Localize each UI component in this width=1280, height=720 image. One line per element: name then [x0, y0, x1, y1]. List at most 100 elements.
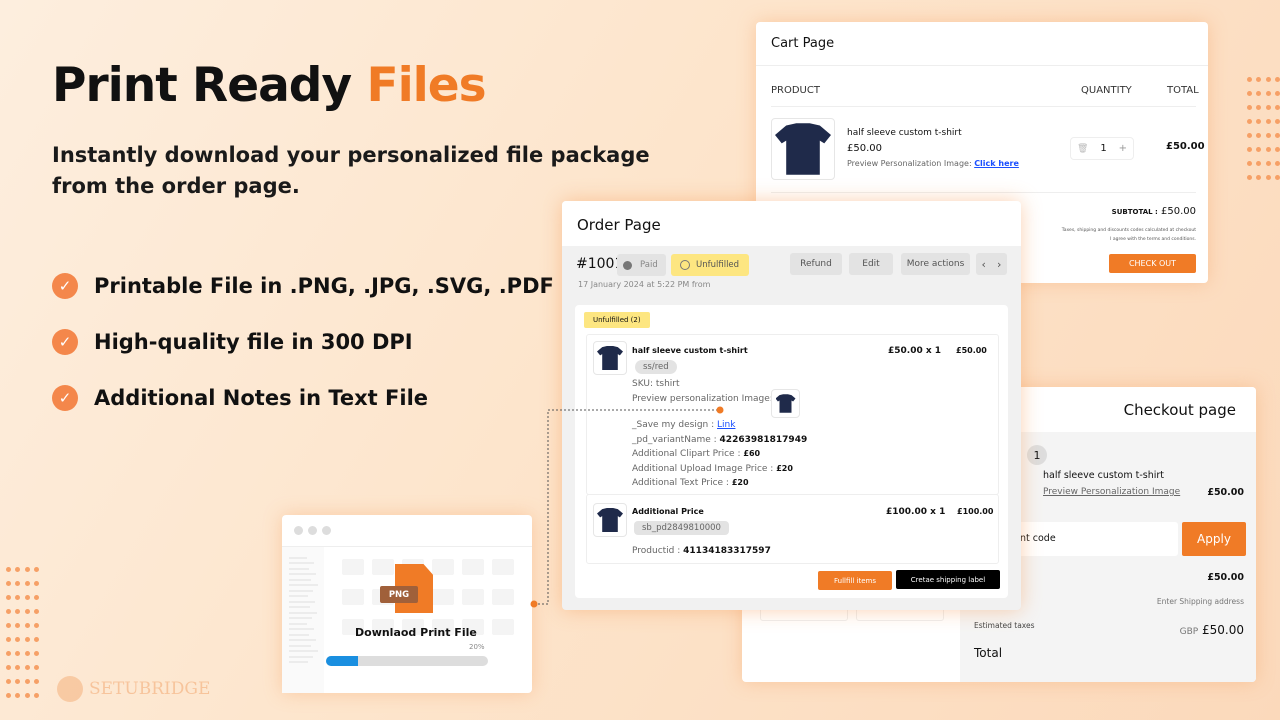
cart-title: Cart Page: [771, 36, 835, 51]
dot: [15, 622, 20, 628]
check-icon: ✓: [52, 273, 78, 299]
folder-icon: [492, 559, 514, 575]
quantity-badge: 1: [1027, 445, 1047, 465]
dot: [1256, 146, 1261, 152]
dot: [24, 636, 30, 642]
folder-icon: [462, 589, 484, 605]
dot: [5, 664, 11, 670]
variant-value: 42263981817949: [719, 434, 808, 445]
dot: [1265, 174, 1271, 180]
cart-item-total: £50.00: [1166, 141, 1205, 152]
folder-icon: [432, 589, 454, 605]
dot: [1256, 118, 1261, 124]
download-window: PNG Downlaod Print File 20%: [282, 515, 532, 693]
col-total: TOTAL: [1167, 85, 1199, 96]
check-icon: ✓: [52, 329, 78, 355]
folder-icon: [342, 559, 364, 575]
dot: [5, 566, 11, 572]
dot: [24, 566, 30, 572]
dot: [1275, 104, 1280, 110]
tshirt-image: [775, 394, 796, 413]
brand-logo: SETUBRIDGE: [57, 676, 210, 702]
fulfill-items-button[interactable]: Fullfill items: [818, 571, 892, 590]
order-title: Order Page: [562, 201, 1021, 246]
dot: [1246, 132, 1252, 138]
dot: [5, 622, 11, 628]
dot: [1275, 174, 1280, 180]
dot: [1256, 174, 1261, 180]
folder-icon: [372, 559, 394, 575]
dot: [1246, 76, 1252, 82]
dot: [34, 636, 39, 642]
dot: [1275, 160, 1280, 166]
feature-text: High-quality file in 300 DPI: [94, 330, 413, 354]
subtotal-value: £50.00: [1161, 206, 1196, 217]
cart-item-price: £50.00: [847, 143, 882, 154]
dot: [34, 650, 39, 656]
unfulfilled-label: Unfulfilled: [696, 260, 740, 270]
product-thumbnail: [593, 341, 627, 375]
terms-note: I agree with the terms and conditions.: [1110, 237, 1196, 242]
dot: [1256, 90, 1261, 96]
more-actions-button[interactable]: More actions: [901, 253, 970, 275]
dot: [34, 566, 39, 572]
decorative-dots: [1, 562, 39, 702]
shipping-address[interactable]: Enter Shipping address: [1157, 597, 1244, 606]
dot: [5, 594, 11, 600]
refund-button[interactable]: Refund: [790, 253, 842, 275]
checkout-button[interactable]: CHECK OUT: [1109, 254, 1196, 273]
dot: [34, 594, 39, 600]
checkout-item-name: half sleeve custom t-shirt: [1043, 470, 1165, 481]
total-label: Total: [974, 646, 1003, 660]
circle-icon: [680, 260, 690, 270]
dot: [1265, 160, 1271, 166]
item-price-qty: £50.00 x 1: [888, 346, 942, 356]
paid-label: Paid: [640, 260, 658, 270]
dot: [1275, 146, 1280, 152]
dot: [5, 636, 11, 642]
unfulfilled-badge: Unfulfilled: [671, 254, 749, 276]
create-shipping-label-button[interactable]: Cretae shipping label: [896, 570, 1000, 589]
dot: [24, 692, 30, 698]
chevron-left-icon[interactable]: ‹: [982, 258, 986, 271]
upload-value: £20: [776, 463, 793, 473]
folder-icon: [492, 619, 514, 635]
feature-list: ✓ Printable File in .PNG, .JPG, .SVG, .PD…: [52, 258, 554, 426]
dot: [15, 636, 20, 642]
dot: [15, 594, 20, 600]
preview-link[interactable]: Preview Personalization Image: [1043, 487, 1180, 497]
checkout-subtotal: £50.00: [1207, 572, 1244, 583]
preview-link[interactable]: Click here: [974, 159, 1019, 168]
dot: [1265, 76, 1271, 82]
dot: [1256, 132, 1261, 138]
cart-item-name: half sleeve custom t-shirt: [847, 128, 962, 138]
feature-item: ✓ Printable File in .PNG, .JPG, .SVG, .PD…: [52, 258, 554, 314]
dot: [34, 580, 39, 586]
dot: [5, 692, 11, 698]
dot: [1265, 132, 1271, 138]
progress-percent: 20%: [469, 643, 485, 651]
apply-button[interactable]: Apply: [1182, 522, 1246, 556]
tshirt-image: [597, 346, 623, 370]
trash-icon[interactable]: 🗑: [1077, 144, 1088, 154]
dot: [5, 580, 11, 586]
paid-badge: Paid: [617, 254, 666, 276]
edit-button[interactable]: Edit: [849, 253, 893, 275]
dot: [15, 608, 20, 614]
item-total: £100.00: [957, 507, 994, 516]
text-value: £20: [731, 478, 749, 487]
folder-icon: [432, 559, 454, 575]
chevron-right-icon[interactable]: ›: [997, 258, 1001, 271]
quantity-stepper[interactable]: 🗑 1 +: [1070, 137, 1134, 160]
dot: [1275, 132, 1280, 138]
plus-icon[interactable]: +: [1119, 143, 1127, 154]
preview-label: Preview Personalization Image:: [847, 159, 972, 168]
dot: [1265, 146, 1271, 152]
preview-thumbnail[interactable]: [771, 389, 800, 418]
folder-icon: [342, 589, 364, 605]
product-thumbnail: [771, 118, 835, 180]
unfulfilled-count-badge: Unfulfilled (2): [584, 312, 650, 328]
dot: [24, 664, 30, 670]
dot: [24, 622, 30, 628]
dot: [1256, 160, 1261, 166]
